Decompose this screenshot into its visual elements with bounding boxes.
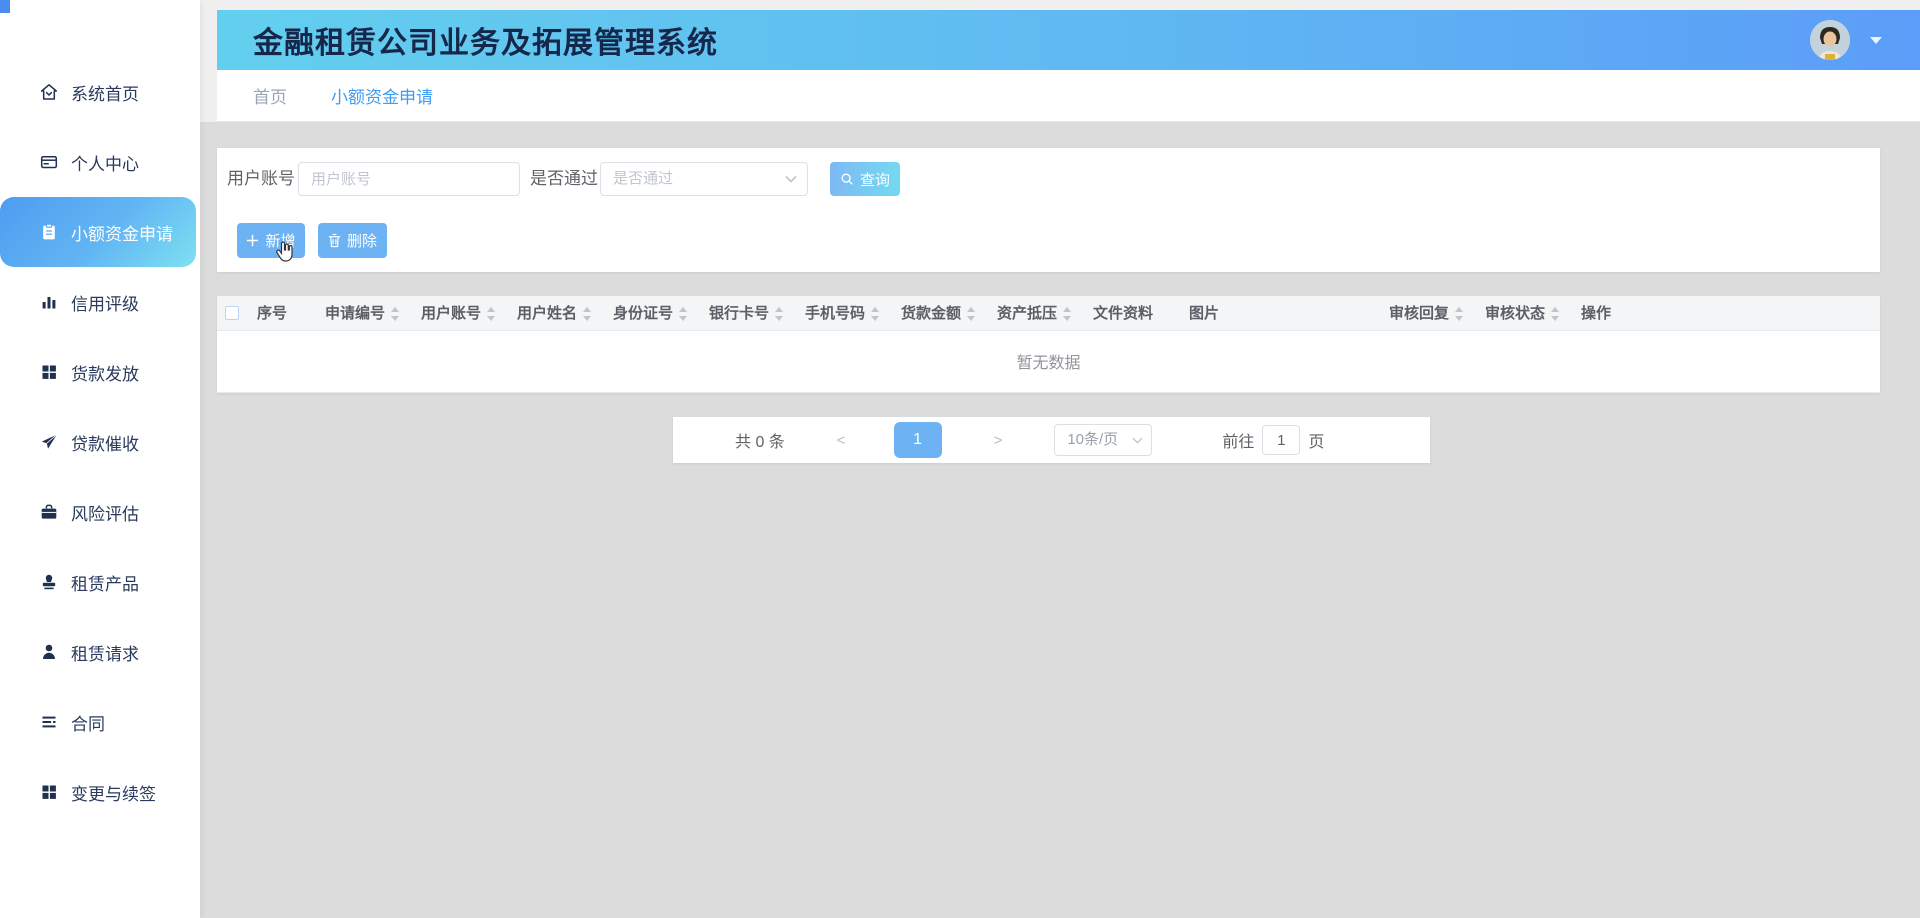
column-header-sortable[interactable]: 手机号码 [795,296,891,330]
chevron-down-icon [785,175,797,183]
chevron-down-icon [1132,437,1143,444]
id-card-icon [40,153,58,171]
sidebar-item-label: 个人中心 [71,150,139,175]
sidebar-item-personal-center[interactable]: 个人中心 [0,127,200,197]
sort-icon [486,307,496,321]
sort-icon [774,307,784,321]
sort-icon [1062,307,1072,321]
goto-page-input[interactable] [1262,425,1300,455]
sidebar-item-label: 租赁请求 [71,640,139,665]
sidebar-item-label: 贷款催收 [71,430,139,455]
sidebar-item-micro-fund-application[interactable]: 小额资金申请 [0,197,196,267]
tab-micro-fund-application[interactable]: 小额资金申请 [331,83,433,108]
sidebar-item-label: 合同 [71,710,105,735]
delete-button[interactable]: 删除 [318,223,387,258]
column-header: 文件资料 [1083,296,1179,330]
sidebar-item-system-home[interactable]: 系统首页 [0,57,200,127]
column-header-sortable[interactable]: 银行卡号 [699,296,795,330]
sort-icon [966,307,976,321]
column-header-sortable[interactable]: 审核回复 [1379,296,1475,330]
prev-page-button[interactable]: < [837,432,846,449]
clipboard-icon [40,223,58,241]
pass-select[interactable]: 是否通过 [600,162,808,196]
sidebar-item-label: 小额资金申请 [71,220,173,245]
corner-accent [0,0,10,13]
grid-icon [40,783,58,801]
screen: 系统首页 个人中心 小额资金申请 信用评级 货款发放 [0,0,1920,918]
home-icon [40,83,58,101]
avatar[interactable] [1810,20,1850,60]
goto-label: 前往 [1222,428,1254,452]
app-header: 金融租赁公司业务及拓展管理系统 [217,10,1920,70]
pagination: 共 0 条 < 1 > 10条/页 前往 页 [673,417,1430,463]
data-table: 序号 申请编号 用户账号 用户姓名 身份证号 银行卡号 手机号码 货款金额 资产… [217,296,1880,393]
plus-icon [246,234,259,247]
pass-label: 是否通过 [530,162,598,196]
chevron-down-icon[interactable] [1870,37,1882,44]
table-header-row: 序号 申请编号 用户账号 用户姓名 身份证号 银行卡号 手机号码 货款金额 资产… [217,296,1880,330]
goto-unit: 页 [1308,428,1324,452]
column-header-sortable[interactable]: 用户姓名 [507,296,603,330]
column-header-sortable[interactable]: 申请编号 [315,296,411,330]
sidebar-item-risk-assessment[interactable]: 风险评估 [0,477,200,547]
sidebar-item-label: 信用评级 [71,290,139,315]
tab-home[interactable]: 首页 [253,83,287,108]
briefcase-icon [40,503,58,521]
sidebar-item-label: 系统首页 [71,80,139,105]
add-button[interactable]: 新增 [237,223,305,258]
sidebar-item-change-renewal[interactable]: 变更与续签 [0,757,200,827]
trash-icon [328,233,341,248]
search-panel: 用户账号 是否通过 是否通过 查询 新增 删除 [217,148,1880,272]
sidebar-item-credit-rating[interactable]: 信用评级 [0,267,200,337]
bar-chart-icon [40,293,58,311]
sidebar: 系统首页 个人中心 小额资金申请 信用评级 货款发放 [0,0,200,918]
sidebar-item-label: 货款发放 [71,360,139,385]
column-header: 操作 [1571,296,1880,330]
sidebar-item-label: 风险评估 [71,500,139,525]
page-size-value: 10条/页 [1067,425,1118,455]
send-icon [40,433,58,451]
sidebar-item-label: 变更与续签 [71,780,156,805]
sidebar-item-label: 租赁产品 [71,570,139,595]
sidebar-item-contracts[interactable]: 合同 [0,687,200,757]
sidebar-item-leasing-products[interactable]: 租赁产品 [0,547,200,617]
account-label: 用户账号 [227,162,295,196]
contract-icon [40,713,58,731]
sort-icon [678,307,688,321]
sidebar-item-loan-collection[interactable]: 贷款催收 [0,407,200,477]
page-title: 金融租赁公司业务及拓展管理系统 [253,18,718,62]
breadcrumb: 首页 小额资金申请 [217,70,1920,122]
sort-icon [870,307,880,321]
grid-icon [40,363,58,381]
column-header: 序号 [247,296,315,330]
stamp-icon [40,573,58,591]
column-header-sortable[interactable]: 货款金额 [891,296,987,330]
search-icon [840,172,854,186]
next-page-button[interactable]: > [994,432,1003,449]
empty-state-text: 暂无数据 [217,330,1880,392]
column-header-sortable[interactable]: 用户账号 [411,296,507,330]
user-icon [40,643,58,661]
column-header: 图片 [1179,296,1379,330]
column-header-sortable[interactable]: 资产抵压 [987,296,1083,330]
sort-icon [1454,307,1464,321]
sort-icon [1550,307,1560,321]
account-input[interactable] [298,162,520,196]
sort-icon [582,307,592,321]
select-all-checkbox[interactable] [225,306,239,320]
column-header-sortable[interactable]: 身份证号 [603,296,699,330]
current-page-button[interactable]: 1 [894,422,942,458]
empty-row: 暂无数据 [217,330,1880,392]
sidebar-item-loan-disbursement[interactable]: 货款发放 [0,337,200,407]
avatar-image [1810,20,1850,60]
pass-select-placeholder: 是否通过 [613,163,673,195]
column-header-sortable[interactable]: 审核状态 [1475,296,1571,330]
query-button[interactable]: 查询 [830,162,900,196]
sidebar-item-leasing-requests[interactable]: 租赁请求 [0,617,200,687]
pagination-total: 共 0 条 [735,428,785,452]
sort-icon [390,307,400,321]
page-size-select[interactable]: 10条/页 [1054,424,1152,456]
